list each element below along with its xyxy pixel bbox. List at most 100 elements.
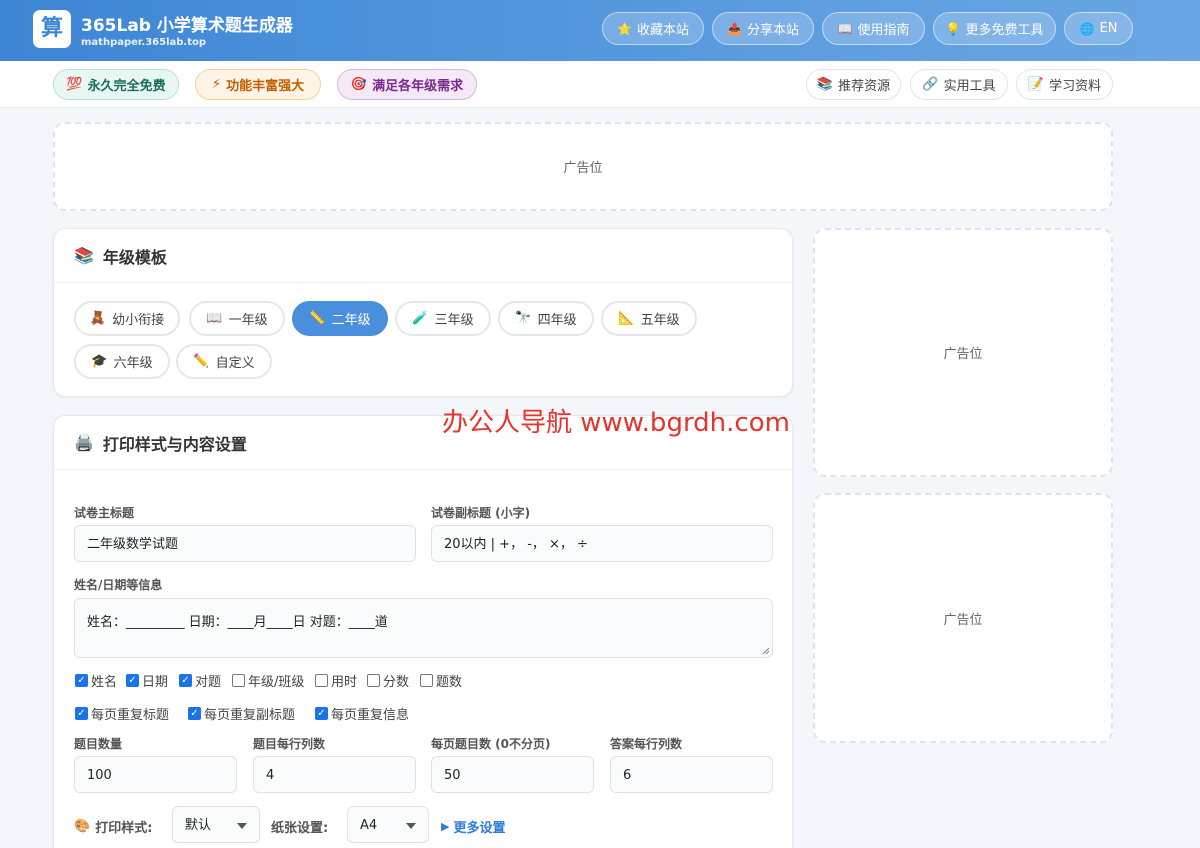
- logo[interactable]: 算: [33, 10, 71, 48]
- share-icon: 📤: [727, 21, 742, 36]
- print-settings-card: 🖨️ 打印样式与内容设置 试卷主标题 二年级数学试题 试卷副标题 (小字) 20…: [53, 415, 793, 848]
- language-label: EN: [1099, 21, 1118, 36]
- info-label: 姓名/日期等信息: [74, 578, 163, 592]
- checkbox-correct[interactable]: ✓ 对题: [179, 671, 221, 690]
- checkbox-repeat-info[interactable]: ✓ 每页重复信息: [315, 704, 409, 723]
- columns-per-row-label: 题目每行列数: [253, 737, 326, 751]
- question-count-input[interactable]: 100: [74, 756, 237, 793]
- ruler-icon: 📏: [309, 311, 326, 326]
- grade-template-card: 📚 年级模板 🧸 幼小衔接 📖 一年级 📏 二年级 🧪 三年级 🔭 四年级 📐 …: [53, 228, 793, 397]
- subtitle-label: 试卷副标题 (小字): [431, 506, 531, 520]
- caret-down-icon: [406, 823, 416, 829]
- more-settings-label: 更多设置: [453, 821, 506, 836]
- grade-chip-grade1[interactable]: 📖 一年级: [189, 301, 285, 336]
- grade-chip-label: 六年级: [113, 356, 153, 371]
- checkbox-label: 对题: [195, 675, 222, 690]
- grade-chip-label: 五年级: [640, 313, 680, 328]
- checkbox-label: 分数: [383, 675, 410, 690]
- grade-chip-label: 幼小衔接: [112, 313, 165, 328]
- more-settings-toggle[interactable]: ▶ 更多设置: [441, 817, 505, 836]
- subtitle-input[interactable]: 20以内 | +， -， ×， ÷: [431, 525, 773, 562]
- checkbox-date[interactable]: ✓ 日期: [126, 671, 168, 690]
- grade-chip-grade3[interactable]: 🧪 三年级: [395, 301, 491, 336]
- checkbox-unchecked-icon[interactable]: [315, 674, 328, 687]
- lightbulb-icon: 💡: [945, 21, 961, 36]
- checkbox-label: 用时: [331, 675, 358, 690]
- grade-chip-grade2[interactable]: 📏 二年级: [292, 301, 388, 336]
- checkbox-label: 题数: [436, 675, 463, 690]
- print-style-select[interactable]: 默认: [172, 806, 260, 843]
- ad-banner-top: 广告位: [53, 122, 1113, 211]
- bookmark-site-button[interactable]: ⭐ 收藏本站: [602, 12, 704, 45]
- questions-per-page-label: 每页题目数 (0不分页): [431, 737, 551, 751]
- checkbox-checked-icon[interactable]: ✓: [315, 707, 328, 720]
- grade-chip-label: 二年级: [331, 313, 371, 328]
- palette-icon: 🎨: [74, 819, 91, 834]
- checkbox-class[interactable]: 年级/班级: [232, 671, 304, 690]
- checkbox-label: 每页重复信息: [331, 708, 410, 723]
- grade-chip-custom[interactable]: ✏️ 自定义: [176, 344, 272, 379]
- ad-label: 广告位: [563, 161, 603, 176]
- recommended-resources-link[interactable]: 📚 推荐资源: [806, 69, 901, 100]
- paper-size-label: 纸张设置:: [271, 821, 329, 836]
- checkbox-checked-icon[interactable]: ✓: [75, 707, 88, 720]
- graduation-cap-icon: 🎓: [91, 354, 108, 369]
- study-materials-label: 学习资料: [1049, 79, 1102, 94]
- books-icon: 📚: [74, 246, 94, 265]
- paper-size-select[interactable]: A4: [347, 806, 429, 843]
- star-icon: ⭐: [617, 21, 632, 36]
- share-site-button[interactable]: 📤 分享本站: [712, 12, 814, 45]
- checkbox-score[interactable]: 分数: [367, 671, 409, 690]
- grade-chip-grade6[interactable]: 🎓 六年级: [74, 344, 170, 379]
- language-button[interactable]: 🌐 EN: [1064, 12, 1133, 45]
- checkbox-checked-icon[interactable]: ✓: [75, 674, 88, 687]
- grade-chip-label: 四年级: [537, 313, 577, 328]
- grade-chip-preschool[interactable]: 🧸 幼小衔接: [74, 301, 180, 336]
- checkbox-name[interactable]: ✓ 姓名: [75, 671, 117, 690]
- checkbox-repeat-title[interactable]: ✓ 每页重复标题: [75, 704, 169, 723]
- grade-template-title: 年级模板: [102, 247, 167, 267]
- grade-chip-grade4[interactable]: 🔭 四年级: [498, 301, 594, 336]
- questions-per-page-input[interactable]: 50: [431, 756, 594, 793]
- user-guide-button[interactable]: 📖 使用指南: [822, 12, 925, 45]
- recommended-resources-label: 推荐资源: [838, 79, 891, 94]
- caret-down-icon: [237, 823, 247, 829]
- grade-chip-label: 一年级: [228, 313, 268, 328]
- badge-all-grades-label: 满足各年级需求: [372, 79, 464, 94]
- checkbox-checked-icon[interactable]: ✓: [188, 707, 201, 720]
- question-count-label: 题目数量: [74, 737, 123, 751]
- checkbox-label: 每页重复副标题: [204, 708, 296, 723]
- resize-grip-icon[interactable]: [762, 647, 770, 655]
- main-title-input[interactable]: 二年级数学试题: [74, 525, 416, 562]
- info-textarea[interactable]: 姓名：_________ 日期：____月____日 对题：____道: [74, 598, 773, 658]
- print-settings-title: 打印样式与内容设置: [102, 434, 247, 454]
- ad-sidebar-1: 广告位: [813, 228, 1113, 477]
- checkbox-unchecked-icon[interactable]: [232, 674, 245, 687]
- checkbox-unchecked-icon[interactable]: [367, 674, 380, 687]
- checkbox-time[interactable]: 用时: [315, 671, 357, 690]
- answer-columns-input[interactable]: 6: [610, 756, 773, 793]
- site-title[interactable]: 365Lab 小学算术题生成器: [81, 11, 293, 36]
- target-icon: 🎯: [350, 77, 368, 92]
- watermark-overlay: 办公人导航 www.bgrdh.com: [442, 408, 790, 438]
- checkbox-label: 姓名: [91, 675, 118, 690]
- printer-icon: 🖨️: [74, 433, 94, 452]
- checkbox-count[interactable]: 题数: [420, 671, 462, 690]
- grade-chip-grade5[interactable]: 📐 五年级: [601, 301, 697, 336]
- columns-per-row-input[interactable]: 4: [253, 756, 416, 793]
- more-free-tools-label: 更多免费工具: [965, 23, 1044, 38]
- checkbox-checked-icon[interactable]: ✓: [126, 674, 139, 687]
- ad-sidebar-2: 广告位: [813, 493, 1113, 743]
- checkbox-label: 日期: [142, 675, 169, 690]
- checkbox-repeat-subtitle[interactable]: ✓ 每页重复副标题: [188, 704, 295, 723]
- study-materials-link[interactable]: 📝 学习资料: [1016, 69, 1113, 100]
- checkbox-unchecked-icon[interactable]: [420, 674, 433, 687]
- useful-tools-link[interactable]: 🔗 实用工具: [910, 69, 1008, 100]
- ad-label: 广告位: [943, 612, 983, 628]
- more-free-tools-button[interactable]: 💡 更多免费工具: [933, 12, 1056, 45]
- test-tube-icon: 🧪: [412, 311, 429, 326]
- triangle-right-icon: ▶: [441, 820, 450, 833]
- book-icon: 📖: [837, 21, 853, 36]
- ad-label: 广告位: [943, 347, 983, 362]
- checkbox-checked-icon[interactable]: ✓: [179, 674, 192, 687]
